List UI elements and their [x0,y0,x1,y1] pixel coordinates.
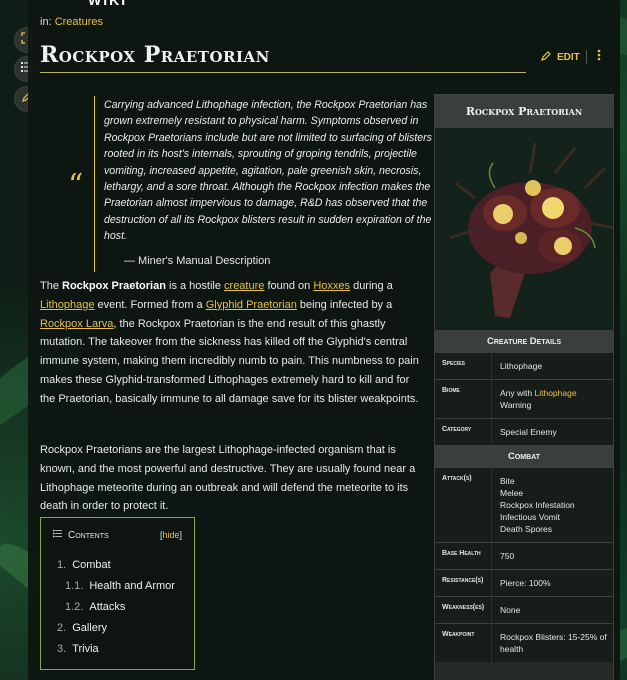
base-health-value: 750 [491,543,613,569]
breadcrumb-link-creatures[interactable]: Creatures [55,16,103,28]
table-of-contents: Contents [hide] 1. Combat 1.1. Health and … [40,517,195,670]
base-health-label: Base Health [442,550,481,557]
page-title: Rockpox Praetorian [40,42,270,68]
category-label: Category [442,426,472,433]
toc-hide-toggle: [hide] [159,530,182,540]
infobox-row-species: Species Lithophage [435,352,613,379]
toc-header: Contents [53,529,109,541]
resistances-value: Pierce: 100% [491,570,613,596]
article-subject: Rockpox Praetorian [62,280,166,292]
description-paragraph: Rockpox Praetorians are the largest Lith… [40,444,416,513]
toc-item-health-and-armor[interactable]: 1.1. Health and Armor [57,580,175,601]
breadcrumb-prefix: in: [40,16,52,28]
attacks-label: Attack(s) [442,475,472,482]
resistances-label: Resistance(s) [442,577,484,584]
attacks-value: Bite Melee Rockpox Infestation Infectiou… [491,468,613,542]
wiki-label: WIKI [88,0,128,8]
kebab-menu-icon [597,48,601,64]
creature-image[interactable] [435,128,613,330]
quote-bar [94,96,95,272]
infobox-row-attacks: Attack(s) Bite Melee Rockpox Infestation… [435,467,613,542]
link-rockpox-larva[interactable]: Rockpox Larva [40,318,113,330]
toc-list: 1. Combat 1.1. Health and Armor 1.2. Attack… [57,559,175,664]
weakpoint-value: Rockpox Blisters: 15-25% of health [491,624,613,662]
edit-button[interactable]: EDIT [540,50,580,65]
header-divider [586,50,587,64]
biome-link-lithophage[interactable]: Lithophage [535,388,577,398]
infobox-row-category: Category Special Enemy [435,418,613,445]
edit-label: EDIT [557,52,580,63]
infobox-title: Rockpox Praetorian [435,95,613,128]
toc-title: Contents [68,529,109,541]
species-value: Lithophage [491,353,613,379]
toc-item-attacks[interactable]: 1.2. Attacks [57,601,175,622]
more-options-button[interactable] [594,48,604,64]
infobox-row-biome: Biome Any with Lithophage Warning [435,379,613,418]
title-divider [40,72,526,73]
toc-item-combat[interactable]: 1. Combat [57,559,175,580]
quote-text: Carrying advanced Lithophage infection, … [104,99,432,243]
infobox-row-weaknesses: Weakness(es) None [435,596,613,623]
infobox-row-base-health: Base Health 750 [435,542,613,569]
infobox-section-combat: Combat [435,445,613,467]
quote-attribution: — Miner's Manual Description [124,255,271,267]
infobox-section-creature-details: Creature Details [435,330,613,352]
article-content: WIKI in: Creatures Rockpox Praetorian ED… [28,0,620,680]
link-hoxxes[interactable]: Hoxxes [313,280,350,292]
breadcrumb: in: Creatures [40,16,103,28]
intro-paragraph: The Rockpox Praetorian is a hostile crea… [40,280,419,405]
link-glyphid-praetorian[interactable]: Glyphid Praetorian [206,299,297,311]
toc-item-gallery[interactable]: 2. Gallery [57,622,175,643]
category-value: Special Enemy [491,419,613,445]
weaknesses-label: Weakness(es) [442,604,485,611]
biome-label: Biome [442,387,460,394]
rockpox-praetorian-illustration [435,128,613,330]
pencil-icon [540,50,552,65]
infobox-row-weakpoint: Weakpoint Rockpox Blisters: 15-25% of he… [435,623,613,662]
weaknesses-value: None [491,597,613,623]
toc-item-trivia[interactable]: 3. Trivia [57,643,175,664]
weakpoint-label: Weakpoint [442,631,475,638]
species-label: Species [442,360,466,367]
link-lithophage[interactable]: Lithophage [40,299,94,311]
infobox-row-resistances: Resistance(s) Pierce: 100% [435,569,613,596]
toc-hide-link[interactable]: hide [162,530,179,540]
biome-value: Any with Lithophage Warning [491,380,613,418]
link-creature[interactable]: creature [224,280,264,292]
infobox: Rockpox Praetorian Creature Details Spec… [434,94,614,680]
quote-mark-icon: “ [68,168,84,203]
list-icon [53,529,62,541]
